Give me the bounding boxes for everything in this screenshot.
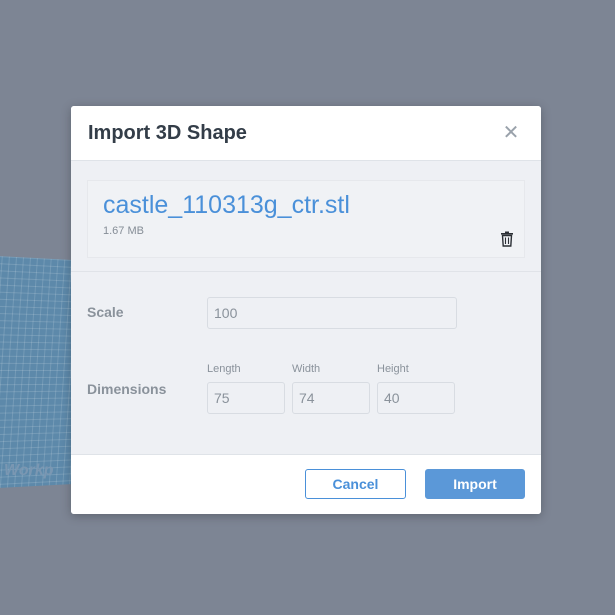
dialog-footer: Cancel Import — [71, 454, 541, 514]
trash-icon[interactable] — [500, 231, 514, 247]
width-label: Width — [292, 363, 320, 375]
file-card: castle_110313g_ctr.stl 1.67 MB — [87, 180, 525, 258]
import-button[interactable]: Import — [425, 469, 525, 499]
file-size: 1.67 MB — [103, 225, 144, 237]
file-name: castle_110313g_ctr.stl — [103, 191, 350, 220]
scale-input[interactable] — [207, 297, 457, 329]
width-input[interactable] — [292, 382, 370, 414]
import-dialog: Import 3D Shape ✕ castle_110313g_ctr.stl… — [71, 106, 541, 514]
file-section: castle_110313g_ctr.stl 1.67 MB — [71, 162, 541, 272]
scale-label: Scale — [87, 304, 124, 320]
dimensions-label: Dimensions — [87, 381, 166, 397]
height-label: Height — [377, 363, 409, 375]
dialog-header: Import 3D Shape ✕ — [71, 106, 541, 161]
dialog-title: Import 3D Shape — [88, 122, 247, 145]
length-input[interactable] — [207, 382, 285, 414]
cancel-button[interactable]: Cancel — [305, 469, 406, 499]
workplane-label: Workp — [4, 462, 53, 480]
height-input[interactable] — [377, 382, 455, 414]
length-label: Length — [207, 363, 241, 375]
close-icon[interactable]: ✕ — [501, 122, 521, 144]
